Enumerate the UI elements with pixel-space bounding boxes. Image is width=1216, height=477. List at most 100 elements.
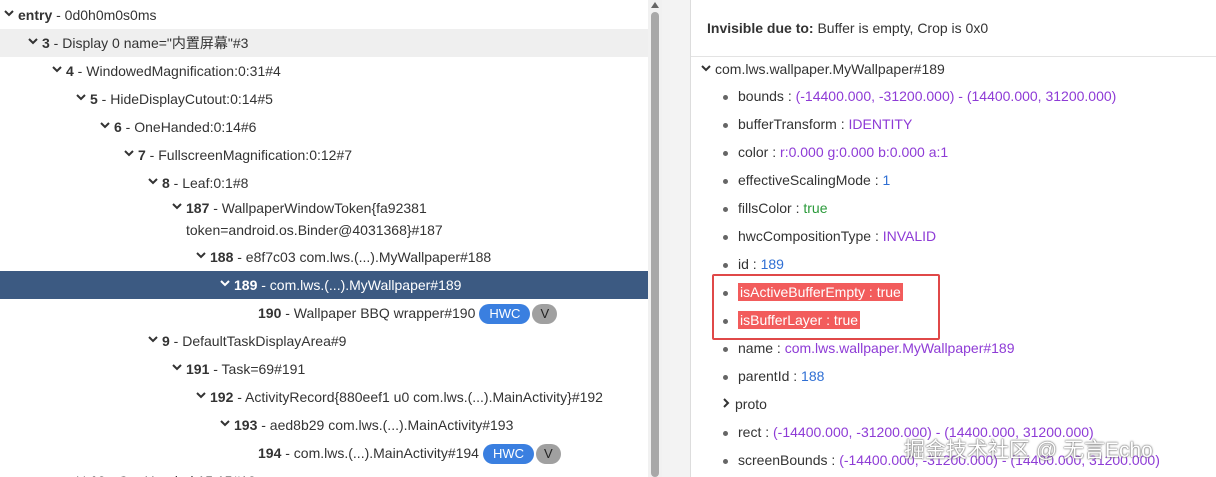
visibility-reason-value: Buffer is empty, Crop is 0x0: [813, 20, 989, 36]
property-fillsColor[interactable]: fillsColor : true: [723, 196, 827, 220]
tree-node-id: 191: [186, 361, 210, 377]
tree-node-190[interactable]: 190 - Wallpaper BBQ wrapper#190 HWC V: [0, 299, 648, 327]
tree-node-id: 6: [114, 119, 122, 135]
tree-node-189[interactable]: 189 - com.lws.(...).MyWallpaper#189: [0, 271, 648, 299]
hwc-badge: HWC: [482, 444, 535, 465]
property-hwcCompositionType[interactable]: hwcCompositionType : INVALID: [723, 224, 936, 248]
tree-node-191[interactable]: 191 - Task=69#191: [0, 355, 648, 383]
tree-node-6[interactable]: 6 - OneHanded:0:14#6: [0, 113, 648, 141]
tree-node-label: - DefaultTaskDisplayArea#9: [169, 333, 347, 349]
chevron-down-icon[interactable]: [194, 248, 210, 268]
bullet-icon: [723, 374, 728, 380]
property-key: rect: [738, 424, 762, 440]
chevron-down-icon[interactable]: [2, 6, 18, 26]
bullet-icon: [723, 346, 728, 352]
leaf-spacer: [242, 444, 258, 464]
tree-node-7[interactable]: 7 - FullscreenMagnification:0:12#7: [0, 141, 648, 169]
property-key: id: [738, 256, 749, 272]
watermark-text: 掘金技术社区 @ 无言Echo: [904, 439, 1153, 462]
chevron-down-icon[interactable]: [194, 388, 210, 408]
chevron-down-icon[interactable]: [74, 472, 90, 477]
tree-node-id: entry: [18, 7, 53, 23]
leaf-spacer: [242, 304, 258, 324]
chevron-down-icon[interactable]: [122, 146, 138, 166]
scroll-up-arrow-icon[interactable]: [651, 2, 659, 8]
property-bounds[interactable]: bounds : (-14400.000, -31200.000) - (144…: [723, 84, 1116, 108]
bullet-icon: [723, 234, 728, 240]
tree-node-label-line2: token=android.os.Binder@4031368}#187: [186, 222, 443, 239]
tree-node-id: 192: [210, 389, 234, 405]
tree-node-id: 194: [258, 445, 282, 461]
chevron-down-icon[interactable]: [170, 360, 186, 380]
tree-node-4[interactable]: 4 - WindowedMagnification:0:31#4: [0, 57, 648, 85]
tree-node-id: 193: [234, 417, 258, 433]
chevron-down-icon[interactable]: [98, 118, 114, 138]
bullet-icon: [723, 430, 728, 436]
panel-divider[interactable]: [662, 0, 690, 477]
property-effectiveScalingMode[interactable]: effectiveScalingMode : 1: [723, 168, 890, 192]
tree-node-label: - HideDisplayCutout:0:14#5: [97, 91, 273, 107]
tree-node-id: 3: [42, 35, 50, 51]
visibility-reason-label: Invisible due to:: [707, 20, 814, 36]
property-id[interactable]: id : 189: [723, 252, 784, 276]
tree-node-10[interactable]: 10 - OneHanded:15:15#10: [0, 467, 648, 477]
property-color[interactable]: color : r:0.000 g:0.000 b:0.000 a:1: [723, 140, 948, 164]
tree-node-label: - FullscreenMagnification:0:12#7: [145, 147, 353, 163]
tree-node-8[interactable]: 8 - Leaf:0:1#8: [0, 169, 648, 197]
property-bufferTransform[interactable]: bufferTransform : IDENTITY: [723, 112, 912, 136]
tree-node-188[interactable]: 188 - e8f7c03 com.lws.(...).MyWallpaper#…: [0, 243, 648, 271]
tree-node-193[interactable]: 193 - aed8b29 com.lws.(...).MainActivity…: [0, 411, 648, 439]
tree-scrollbar-thumb[interactable]: [651, 12, 659, 477]
tree-node-id: 5: [90, 91, 98, 107]
chevron-down-icon[interactable]: [26, 34, 42, 54]
chevron-down-icon[interactable]: [146, 174, 162, 194]
property-value: 189: [760, 256, 784, 272]
tree-node-label: - OneHanded:15:15#10: [106, 473, 255, 477]
properties-panel: Invisible due to: Buffer is empty, Crop …: [690, 0, 1216, 477]
property-value: com.lws.wallpaper.MyWallpaper#189: [784, 340, 1015, 356]
property-key: hwcCompositionType: [738, 228, 872, 244]
property-key: bufferTransform: [738, 116, 837, 132]
visibility-banner: Invisible due to: Buffer is empty, Crop …: [691, 0, 1216, 57]
tree-node-192[interactable]: 192 - ActivityRecord{880eef1 u0 com.lws.…: [0, 383, 648, 411]
hierarchy-tree-panel: entry - 0d0h0m0s0ms 3 - Display 0 name="内…: [0, 0, 662, 477]
tree-node-label: - com.lws.(...).MainActivity#194: [281, 445, 479, 461]
property-parentId[interactable]: parentId : 188: [723, 364, 824, 388]
tree-node-id: 188: [210, 249, 234, 265]
property-value: true: [803, 200, 828, 216]
chevron-down-icon[interactable]: [218, 416, 234, 436]
property-value: IDENTITY: [848, 116, 913, 132]
tree-node-label: - ActivityRecord{880eef1 u0 com.lws.(...…: [233, 389, 603, 405]
tree-node-label: - OneHanded:0:14#6: [121, 119, 257, 135]
tree-node-label: - Leaf:0:1#8: [169, 175, 249, 191]
property-key: parentId: [738, 368, 790, 384]
tree-node-label: - aed8b29 com.lws.(...).MainActivity#193: [257, 417, 514, 433]
properties-root-node[interactable]: com.lws.wallpaper.MyWallpaper#189: [699, 58, 945, 80]
tree-node-194[interactable]: 194 - com.lws.(...).MainActivity#194 HWC V: [0, 439, 648, 467]
tree-node-label: - Wallpaper BBQ wrapper#190: [281, 305, 476, 321]
chevron-down-icon[interactable]: [50, 62, 66, 82]
bullet-icon: [723, 458, 728, 464]
tree-node-entry[interactable]: entry - 0d0h0m0s0ms: [0, 1, 648, 29]
chevron-down-icon[interactable]: [74, 90, 90, 110]
tree-node-5[interactable]: 5 - HideDisplayCutout:0:14#5: [0, 85, 648, 113]
property-value: 1: [882, 172, 891, 188]
chevron-down-icon[interactable]: [170, 199, 186, 219]
property-proto[interactable]: proto: [719, 392, 767, 416]
tree-node-id: 190: [258, 305, 282, 321]
chevron-right-icon[interactable]: [719, 393, 735, 417]
property-value: INVALID: [882, 228, 937, 244]
chevron-down-icon[interactable]: [218, 276, 234, 296]
bullet-icon: [723, 94, 728, 100]
tree-node-187[interactable]: 187 - WallpaperWindowToken{fa92381 token=…: [0, 195, 648, 245]
tree-node-id: 8: [162, 175, 170, 191]
tree-node-display-3[interactable]: 3 - Display 0 name="内置屏幕"#3: [0, 29, 648, 57]
tree-node-id: 10: [90, 473, 106, 477]
property-key: fillsColor: [738, 200, 792, 216]
property-value: r:0.000 g:0.000 b:0.000 a:1: [780, 144, 949, 160]
chevron-down-icon[interactable]: [146, 332, 162, 352]
tree-node-9[interactable]: 9 - DefaultTaskDisplayArea#9: [0, 327, 648, 355]
bullet-icon: [723, 150, 728, 156]
hwc-badge: HWC: [479, 304, 531, 325]
bullet-icon: [723, 262, 728, 268]
